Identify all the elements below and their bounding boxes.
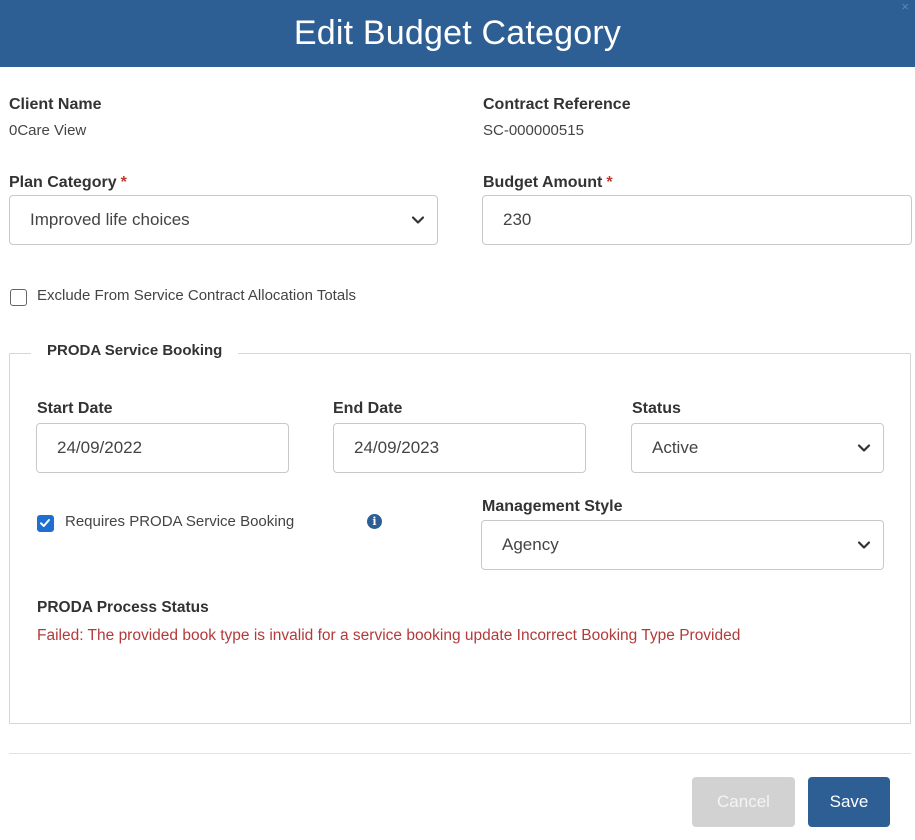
- end-date-value: 24/09/2023: [354, 438, 440, 457]
- save-button[interactable]: Save: [808, 777, 890, 827]
- info-icon[interactable]: i: [367, 514, 382, 529]
- client-name-value: 0Care View: [9, 122, 87, 139]
- chevron-down-icon: [857, 541, 871, 549]
- footer-divider: [9, 753, 911, 754]
- checkmark-icon: [40, 519, 50, 527]
- end-date-label: End Date: [333, 400, 403, 417]
- exclude-checkbox[interactable]: [10, 289, 27, 306]
- status-selected: Active: [652, 438, 699, 457]
- plan-category-selected: Improved life choices: [30, 210, 190, 229]
- dialog-title: Edit Budget Category: [293, 14, 622, 52]
- status-label: Status: [632, 400, 681, 417]
- management-style-label: Management Style: [482, 498, 623, 515]
- proda-service-booking-legend: PRODA Service Booking: [31, 342, 239, 359]
- proda-process-status-message: Failed: The provided book type is invali…: [37, 627, 741, 644]
- contract-reference-label: Contract Reference: [483, 96, 631, 113]
- start-date-value: 24/09/2022: [57, 438, 143, 457]
- required-mark: *: [606, 174, 613, 191]
- required-mark: *: [120, 174, 127, 191]
- status-select[interactable]: Active: [631, 423, 884, 473]
- budget-amount-label-text: Budget Amount: [483, 174, 603, 191]
- client-name-label: Client Name: [9, 96, 102, 113]
- plan-category-label: Plan Category *: [9, 174, 127, 192]
- start-date-label: Start Date: [37, 400, 113, 417]
- cancel-button[interactable]: Cancel: [692, 777, 795, 827]
- requires-proda-checkbox[interactable]: [37, 515, 54, 532]
- plan-category-select[interactable]: Improved life choices: [9, 195, 438, 245]
- proda-process-status-label: PRODA Process Status: [37, 599, 209, 616]
- management-style-select[interactable]: Agency: [481, 520, 884, 570]
- end-date-input[interactable]: 24/09/2023: [333, 423, 586, 473]
- budget-amount-input[interactable]: 230: [482, 195, 912, 245]
- chevron-down-icon: [857, 444, 871, 452]
- budget-amount-label: Budget Amount *: [483, 174, 613, 192]
- plan-category-label-text: Plan Category: [9, 174, 117, 191]
- management-style-selected: Agency: [502, 535, 559, 554]
- start-date-input[interactable]: 24/09/2022: [36, 423, 289, 473]
- requires-proda-label: Requires PRODA Service Booking: [65, 513, 295, 530]
- exclude-checkbox-label: Exclude From Service Contract Allocation…: [37, 287, 357, 304]
- contract-reference-value: SC-000000515: [483, 122, 584, 139]
- budget-amount-value: 230: [503, 210, 532, 229]
- chevron-down-icon: [411, 216, 425, 224]
- close-icon[interactable]: ×: [901, 0, 909, 14]
- dialog-header: Edit Budget Category ×: [0, 0, 915, 67]
